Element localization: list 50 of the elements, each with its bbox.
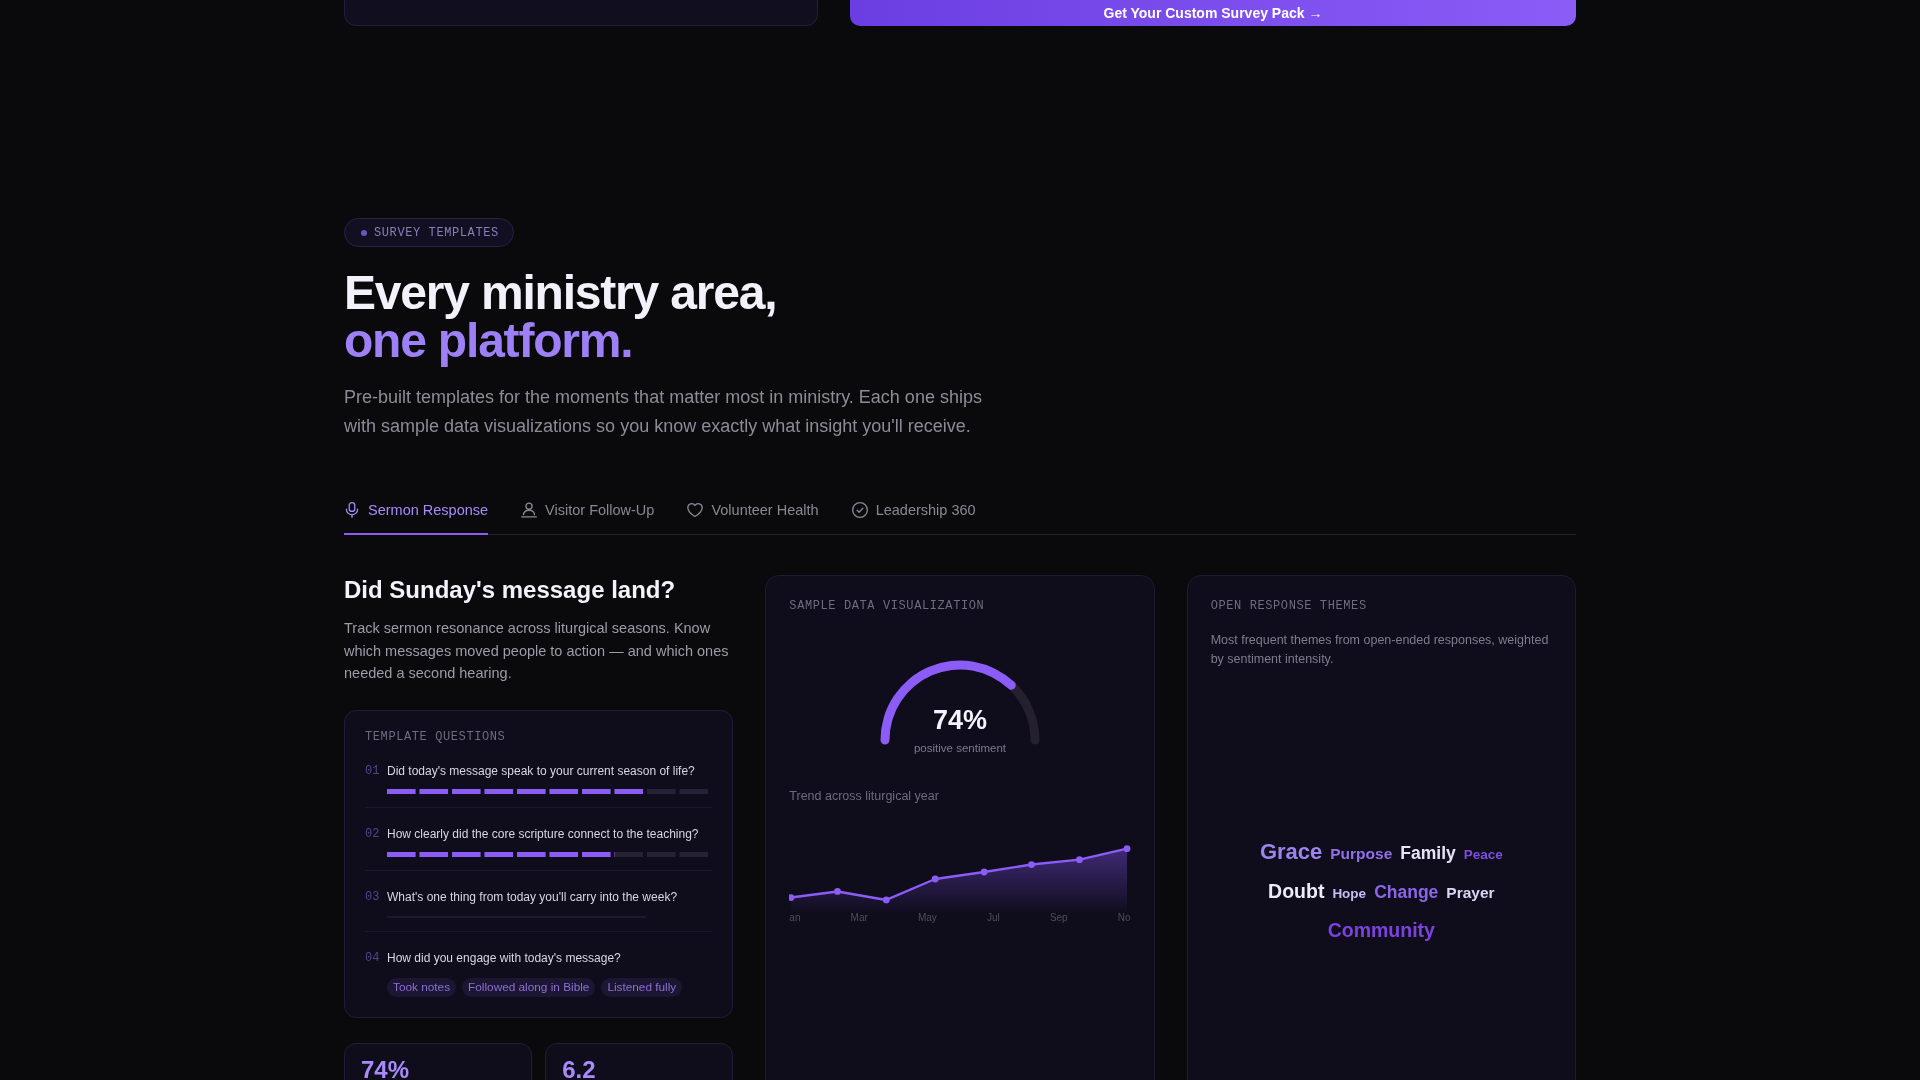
theme-word: Purpose bbox=[1330, 845, 1393, 864]
tab[interactable]: Volunteer Health bbox=[687, 500, 819, 535]
template-description: Track sermon resonance across liturgical seasons. Know which messages moved people to action — and which ones needed a second hearing. bbox=[344, 619, 730, 684]
microphone-icon bbox=[344, 502, 360, 518]
axis-label: Jul bbox=[986, 912, 1000, 924]
section-intro: Pre-built templates for the moments that matter most in ministry. Each one ships with sample data visualizations so you know exactly what insight you'll receive. bbox=[344, 386, 983, 438]
question-text: Did today's message speak to your current season of life? bbox=[387, 762, 696, 780]
tab[interactable]: Visitor Follow-Up bbox=[521, 500, 655, 535]
gauge-value: 74% bbox=[932, 704, 987, 737]
badge-label: SURVEY TEMPLATES bbox=[374, 224, 499, 241]
trend-title: Trend across liturgical year bbox=[789, 788, 940, 804]
axis-label: May bbox=[917, 912, 937, 924]
axis-label: No bbox=[1117, 912, 1131, 924]
template-title: Did Sunday's message land? bbox=[344, 575, 676, 605]
tab[interactable]: Leadership 360 bbox=[851, 500, 976, 535]
themes-heading: OPEN RESPONSE THEMES bbox=[1210, 598, 1367, 614]
question-text: How did you engage with today's message? bbox=[387, 949, 622, 967]
check-circle-icon bbox=[851, 502, 868, 518]
theme-word: Peace bbox=[1463, 847, 1503, 864]
heart-icon bbox=[687, 502, 704, 518]
person-icon bbox=[521, 502, 538, 518]
question-text: What's one thing from today you'll carry into the week? bbox=[387, 888, 679, 906]
option-chip[interactable]: Followed along in Bible bbox=[462, 977, 596, 997]
dot-icon bbox=[361, 229, 367, 236]
theme-word: Family bbox=[1400, 843, 1456, 864]
option-chip[interactable]: Listened fully bbox=[601, 977, 683, 997]
axis-label: Sep bbox=[1049, 912, 1068, 924]
stat-value: 74% bbox=[361, 1057, 410, 1080]
gauge-caption: positive sentiment bbox=[913, 741, 1006, 756]
axis-label: Mar bbox=[850, 912, 868, 924]
question-number: 02 bbox=[365, 825, 380, 843]
option-chip[interactable]: Took notes bbox=[387, 977, 457, 997]
question-text: How clearly did the core scripture connect to the teaching? bbox=[387, 825, 700, 843]
question-number: 04 bbox=[365, 949, 380, 967]
theme-word: Grace bbox=[1259, 839, 1323, 866]
axis-label: an bbox=[789, 912, 801, 924]
theme-word: Community bbox=[1327, 918, 1435, 943]
visualization-heading: SAMPLE DATA VISUALIZATION bbox=[789, 598, 985, 614]
themes-description: Most frequent themes from open-ended responses, weighted by sentiment intensity. bbox=[1210, 632, 1550, 668]
section-title: Every ministry area, bbox=[344, 269, 777, 317]
question-number: 03 bbox=[365, 888, 380, 906]
questions-heading: TEMPLATE QUESTIONS bbox=[365, 728, 506, 745]
theme-word: Prayer bbox=[1446, 884, 1495, 903]
tab[interactable]: Sermon Response bbox=[344, 500, 489, 535]
cta-button[interactable]: Get Your Custom Survey Pack → bbox=[850, 0, 1576, 26]
theme-word: Hope bbox=[1332, 886, 1367, 903]
stat-value: 6.2 bbox=[562, 1057, 596, 1080]
theme-word: Change bbox=[1374, 882, 1439, 904]
question-number: 01 bbox=[365, 762, 380, 780]
theme-word: Doubt bbox=[1268, 880, 1325, 904]
